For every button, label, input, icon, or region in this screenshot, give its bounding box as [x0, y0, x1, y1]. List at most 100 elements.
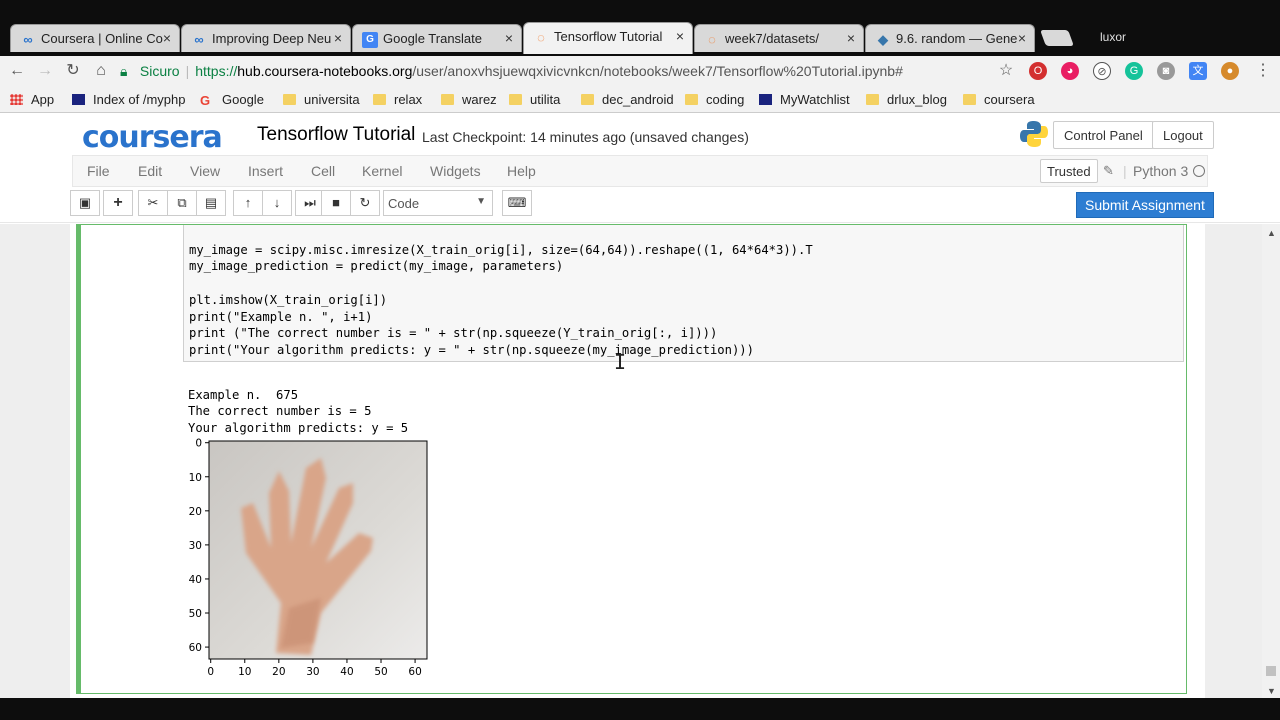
copy-icon[interactable]: ⧉	[167, 190, 197, 216]
new-tab-button[interactable]	[1040, 30, 1074, 46]
bookmark-item[interactable]: coding	[685, 92, 744, 107]
logout-button[interactable]: Logout	[1152, 121, 1214, 149]
browser-tab[interactable]: ∞ Improving Deep Neu ×	[181, 24, 351, 52]
profile-name[interactable]: luxor	[1100, 30, 1126, 44]
restart-icon[interactable]: ↻	[350, 190, 380, 216]
close-icon[interactable]: ×	[1018, 30, 1026, 46]
address-bar[interactable]: 🔒︎ Sicuro | https://hub.coursera-notebooks…	[120, 59, 1020, 83]
back-arrow-icon[interactable]: ←	[6, 60, 28, 82]
trusted-badge[interactable]: Trusted	[1040, 159, 1098, 183]
cell-type-select[interactable]: Code ▼	[383, 190, 493, 216]
translate-icon: G	[362, 32, 378, 48]
tab-title: Coursera | Online Co	[41, 31, 163, 46]
menu-widgets[interactable]: Widgets	[430, 163, 481, 179]
url-path: /user/anoxvhsjuewqxivicvnkcn/notebooks/w…	[412, 63, 903, 79]
keyboard-icon[interactable]: ⌨	[502, 190, 532, 216]
y-tick-label: 40	[189, 574, 202, 586]
folder-icon	[581, 94, 594, 105]
x-axis-ticks: 0 10 20 30 40 50 60	[207, 659, 422, 678]
extension-icon[interactable]: ◕	[1061, 62, 1079, 80]
scroll-up-icon[interactable]: ▲	[1267, 228, 1276, 238]
browser-tab-active[interactable]: ◌ Tensorflow Tutorial ×	[523, 22, 693, 54]
bookmark-item[interactable]: Index of /myphp	[72, 92, 186, 107]
submit-assignment-button[interactable]: Submit Assignment	[1076, 192, 1214, 218]
save-icon[interactable]: ▣	[70, 190, 100, 216]
browser-tab[interactable]: ◆ 9.6. random — Gene ×	[865, 24, 1035, 52]
bookmark-item[interactable]: relax	[373, 92, 422, 107]
menu-file[interactable]: File	[87, 163, 110, 179]
edit-pencil-icon[interactable]: ✎	[1103, 163, 1114, 179]
move-down-icon[interactable]: ↓	[262, 190, 292, 216]
url-scheme: https://	[195, 63, 238, 79]
notebook-page: my_image = scipy.misc.imresize(X_train_o…	[70, 224, 1205, 698]
notebook-title[interactable]: Tensorflow Tutorial	[257, 124, 415, 146]
bookmark-item[interactable]: dec_android	[581, 92, 674, 107]
browser-tab[interactable]: ◌ week7/datasets/ ×	[694, 24, 864, 52]
close-icon[interactable]: ×	[676, 28, 684, 44]
y-tick-label: 60	[189, 642, 202, 654]
opera-icon[interactable]: O	[1029, 62, 1047, 80]
reload-icon[interactable]: ↻	[62, 60, 84, 82]
bookmark-item[interactable]: drlux_blog	[866, 92, 947, 107]
folder-icon	[441, 94, 454, 105]
x-tick-label: 60	[408, 666, 421, 678]
coursera-icon: ∞	[23, 32, 33, 47]
bookmark-item[interactable]: warez	[441, 92, 497, 107]
x-tick-label: 0	[207, 666, 214, 678]
menu-cell[interactable]: Cell	[311, 163, 335, 179]
close-icon[interactable]: ×	[334, 30, 342, 46]
x-tick-label: 20	[272, 666, 285, 678]
scroll-down-icon[interactable]: ▼	[1267, 686, 1276, 696]
close-icon[interactable]: ×	[163, 30, 171, 46]
x-tick-label: 50	[374, 666, 387, 678]
bookmark-item[interactable]: utilita	[509, 92, 560, 107]
browser-tab[interactable]: G Google Translate ×	[352, 24, 522, 52]
bookmark-item[interactable]: App	[10, 92, 54, 107]
folder-icon	[509, 94, 522, 105]
code-editor[interactable]: my_image = scipy.misc.imresize(X_train_o…	[183, 225, 1184, 362]
grammarly-icon[interactable]: G	[1125, 62, 1143, 80]
folder-icon	[373, 94, 386, 105]
scrollbar-thumb[interactable]	[1266, 666, 1276, 676]
block-icon[interactable]: ⊘	[1093, 62, 1111, 80]
camera-icon[interactable]: ◙	[1157, 62, 1175, 80]
code-line: print("Example n. ", i+1)	[189, 309, 373, 324]
python-logo-icon	[1020, 121, 1048, 147]
image-plot: 0 10 20 30 40 50 60 0 10 20 30 40 50 60	[181, 433, 441, 683]
folder-icon	[685, 94, 698, 105]
bookmark-item[interactable]: universita	[283, 92, 360, 107]
notebook-toolbar: ▣ + ✂ ⧉ ▤ ↑ ↓ ⏭︎ ■ ↻ Code ▼ ⌨ Submit Ass…	[0, 187, 1280, 223]
forward-arrow-icon[interactable]: →	[34, 60, 56, 82]
home-icon[interactable]: ⌂	[90, 60, 112, 82]
kernel-name[interactable]: Python 3	[1133, 163, 1188, 179]
coursera-logo[interactable]: coursera	[82, 120, 223, 155]
stop-icon[interactable]: ■	[321, 190, 351, 216]
notebook-header: coursera Tensorflow Tutorial Last Checkp…	[0, 113, 1280, 155]
star-icon[interactable]: ☆	[995, 60, 1017, 82]
bookmark-item[interactable]: coursera	[963, 92, 1035, 107]
menu-edit[interactable]: Edit	[138, 163, 162, 179]
cookie-icon[interactable]: ●	[1221, 62, 1239, 80]
browser-tab[interactable]: ∞ Coursera | Online Co ×	[10, 24, 180, 52]
move-up-icon[interactable]: ↑	[233, 190, 263, 216]
close-icon[interactable]: ×	[505, 30, 513, 46]
translate-icon[interactable]: 文	[1189, 62, 1207, 80]
cut-icon[interactable]: ✂	[138, 190, 168, 216]
notebook-scrollbar[interactable]: ▲ ▼	[1262, 224, 1280, 698]
google-icon: G	[200, 93, 211, 108]
control-panel-button[interactable]: Control Panel	[1053, 121, 1154, 149]
bookmark-item[interactable]: MyWatchlist	[759, 92, 850, 107]
menu-dots-icon[interactable]: ⋮	[1252, 60, 1274, 82]
menu-kernel[interactable]: Kernel	[362, 163, 402, 179]
menu-view[interactable]: View	[190, 163, 220, 179]
paste-icon[interactable]: ▤	[196, 190, 226, 216]
hand-photo	[208, 440, 428, 660]
menu-insert[interactable]: Insert	[248, 163, 283, 179]
add-cell-icon[interactable]: +	[103, 190, 133, 216]
code-cell[interactable]: my_image = scipy.misc.imresize(X_train_o…	[76, 224, 1187, 694]
bookmark-page-icon	[72, 94, 85, 105]
bookmark-item[interactable]: G Google	[200, 92, 264, 108]
code-line: print("Your algorithm predicts: y = " + …	[189, 342, 754, 357]
close-icon[interactable]: ×	[847, 30, 855, 46]
menu-help[interactable]: Help	[507, 163, 536, 179]
